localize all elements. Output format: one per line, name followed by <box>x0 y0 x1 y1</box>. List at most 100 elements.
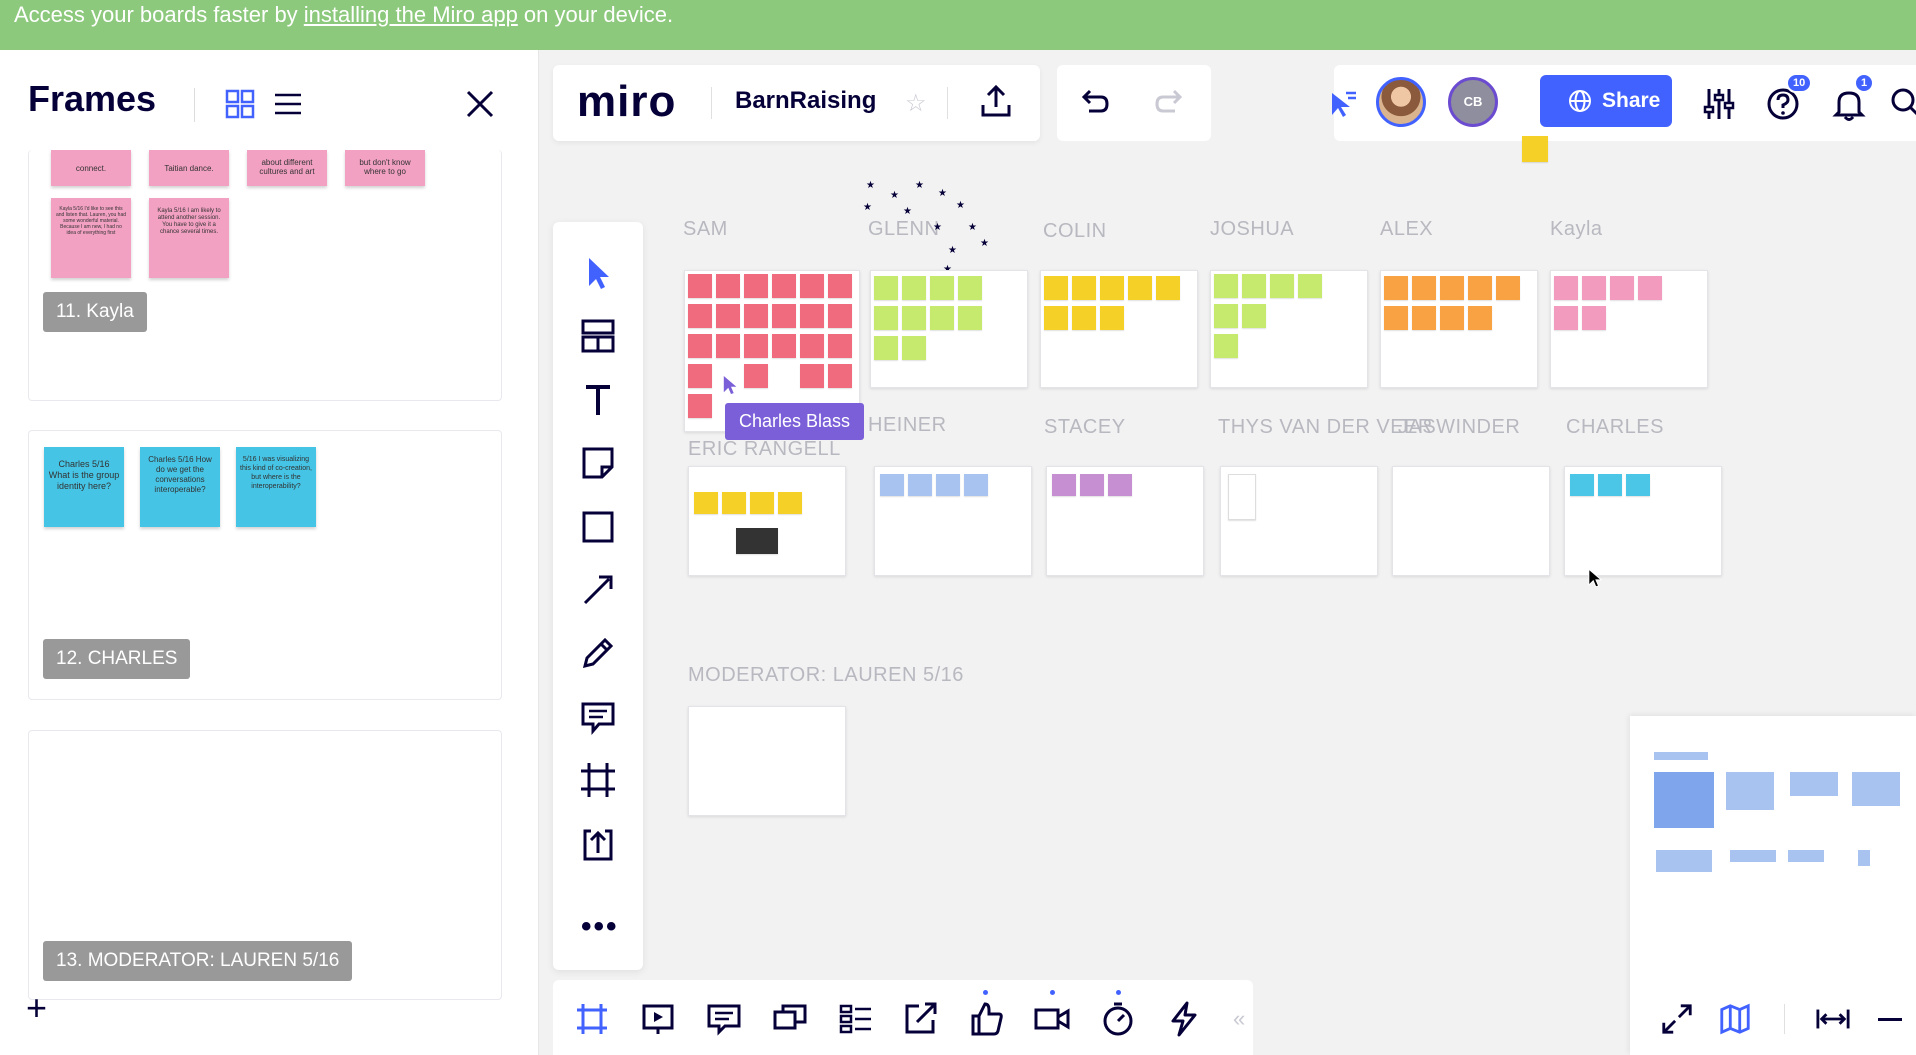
collaborator-cursor-icon <box>723 376 737 394</box>
sticky-note <box>716 334 740 358</box>
frame-title: Kayla <box>1550 218 1603 240</box>
sticky-note <box>744 304 768 328</box>
fullscreen-icon[interactable] <box>1660 1002 1694 1036</box>
minimap-block <box>1656 850 1712 872</box>
board-name[interactable]: BarnRaising <box>735 87 876 115</box>
grid-view-icon[interactable] <box>224 88 256 120</box>
frames-panel-title: Frames <box>28 78 157 119</box>
star-icon: ★ <box>968 222 977 233</box>
sticky-note <box>744 274 768 298</box>
export-icon[interactable] <box>977 83 1015 121</box>
frames-icon[interactable] <box>573 1000 611 1038</box>
minimap-block <box>1788 850 1824 862</box>
sticky-note: Taitian dance. <box>149 150 229 186</box>
frame-card-charles[interactable]: Charles 5/16 What is the group identity … <box>28 430 502 700</box>
kanban-icon[interactable] <box>837 1000 875 1038</box>
divider <box>194 88 195 122</box>
frame-card-moderator[interactable]: 13. MODERATOR: LAUREN 5/16 <box>28 730 502 1000</box>
sticky-note <box>1440 276 1464 300</box>
sticky-note <box>688 274 712 298</box>
sticky-note <box>1128 276 1152 300</box>
frame-title: CHARLES <box>1566 416 1664 438</box>
image-thumbnail <box>736 528 778 554</box>
sticky-note <box>1598 474 1622 496</box>
frame-title: ALEX <box>1380 218 1434 240</box>
sticky-note <box>688 304 712 328</box>
sticky-note <box>828 364 852 388</box>
install-app-link[interactable]: installing the Miro app <box>304 2 518 27</box>
star-icon: ★ <box>903 206 912 217</box>
sticky-note <box>958 276 982 300</box>
divider <box>947 87 948 119</box>
timer-icon[interactable] <box>1099 1000 1137 1038</box>
sticky-note <box>800 304 824 328</box>
star-icon[interactable]: ☆ <box>905 89 927 118</box>
minimap[interactable] <box>1630 716 1916 1055</box>
star-icon: ★ <box>948 245 957 256</box>
undo-redo-bar <box>1057 65 1211 141</box>
star-icon: ★ <box>915 180 924 191</box>
sticky-note <box>1214 304 1238 328</box>
frame-moderator[interactable] <box>688 706 846 816</box>
star-icon: ★ <box>933 222 942 233</box>
settings-sliders-icon[interactable] <box>1700 85 1738 123</box>
frame-card-kayla[interactable]: connect. Taitian dance. about different … <box>28 150 502 401</box>
close-icon[interactable] <box>462 86 498 122</box>
minimap-block <box>1790 772 1838 796</box>
add-frame-button[interactable]: + <box>26 990 47 1026</box>
map-icon[interactable] <box>1718 1002 1752 1036</box>
sticky-note <box>1468 306 1492 330</box>
zoom-out-icon[interactable] <box>1878 1018 1902 1021</box>
sticky-note: Kayla 5/16 I am likely to attend another… <box>149 198 229 278</box>
sticky-note <box>1522 136 1548 162</box>
frame-eric-rangell[interactable] <box>688 466 846 576</box>
sticky-note <box>828 334 852 358</box>
minimap-block <box>1852 772 1900 806</box>
lightning-icon[interactable] <box>1165 1000 1203 1038</box>
avatar[interactable] <box>1376 77 1426 127</box>
sticky-note <box>828 304 852 328</box>
share-button[interactable]: Share <box>1540 75 1672 127</box>
sticky-note <box>874 276 898 300</box>
divider <box>1784 1004 1785 1034</box>
star-icon: ★ <box>938 188 947 199</box>
sticky-note <box>1072 276 1096 300</box>
miro-logo[interactable]: miro <box>577 77 676 127</box>
sticky-note <box>688 334 712 358</box>
search-icon[interactable] <box>1888 85 1916 121</box>
cards-icon[interactable] <box>771 1000 809 1038</box>
sticky-note <box>930 306 954 330</box>
sticky-note <box>1384 276 1408 300</box>
list-view-icon[interactable] <box>272 88 304 120</box>
chat-icon[interactable] <box>705 1000 743 1038</box>
sticky-note <box>1412 276 1436 300</box>
frame-jaswinder[interactable] <box>1392 466 1550 576</box>
minimap-block <box>1730 850 1776 862</box>
collapse-toolbar-icon[interactable]: « <box>1233 1006 1245 1032</box>
sticky-note <box>800 274 824 298</box>
mouse-pointer-icon <box>1588 568 1602 588</box>
sticky-note <box>1100 276 1124 300</box>
share-screen-icon[interactable] <box>903 1000 941 1038</box>
frame-title: ERIC RANGELL <box>688 438 841 460</box>
document-thumbnail <box>1228 474 1256 520</box>
sticky-note <box>1626 474 1650 496</box>
collaboration-bar: CB Share 10 1 <box>1332 65 1916 141</box>
sticky-note <box>1072 306 1096 330</box>
install-app-banner: Access your boards faster by installing … <box>0 0 1916 50</box>
fit-to-screen-icon[interactable] <box>1814 1002 1852 1036</box>
redo-icon[interactable] <box>1153 85 1189 121</box>
sticky-note <box>1214 274 1238 298</box>
cursor-follow-icon[interactable] <box>1324 85 1360 121</box>
undo-icon[interactable] <box>1075 85 1111 121</box>
star-icon: ★ <box>956 200 965 211</box>
active-indicator <box>1116 990 1121 995</box>
sticky-note: but don't know where to go <box>345 150 425 186</box>
sticky-note <box>1108 474 1132 496</box>
avatar[interactable]: CB <box>1448 77 1498 127</box>
video-call-icon[interactable] <box>1033 1000 1071 1038</box>
star-icon: ★ <box>863 202 872 213</box>
presentation-icon[interactable] <box>639 1000 677 1038</box>
voting-icon[interactable] <box>967 1000 1005 1038</box>
sticky-note <box>958 306 982 330</box>
